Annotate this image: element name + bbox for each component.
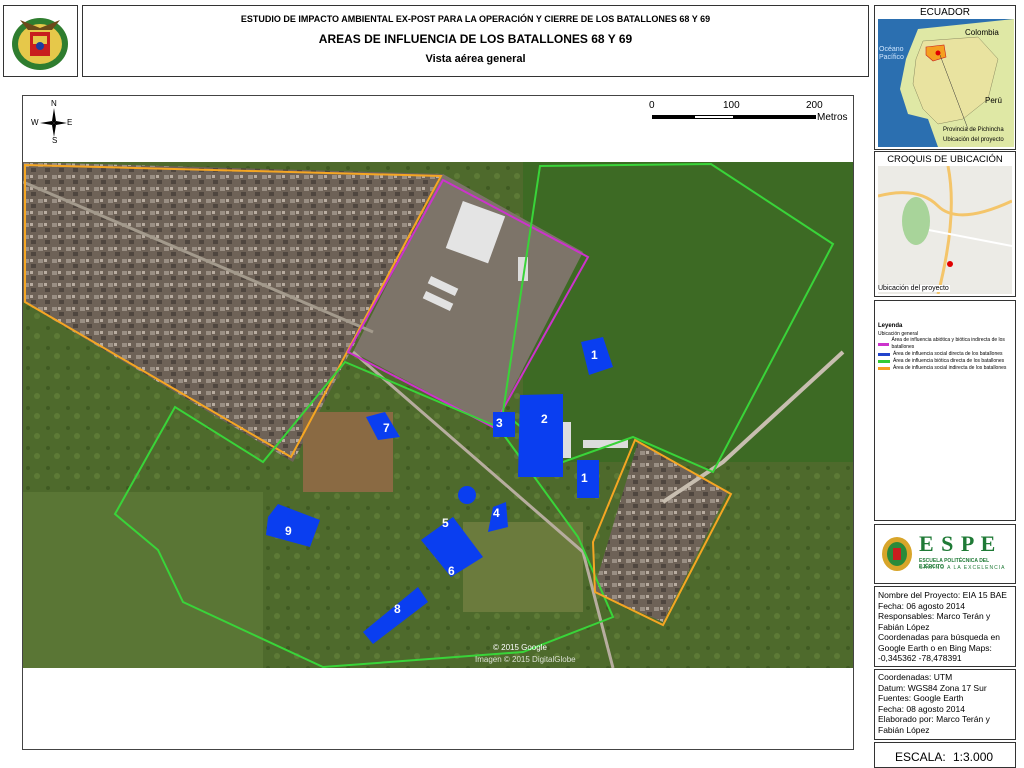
fields-east bbox=[523, 162, 853, 462]
croquis-location-marker bbox=[947, 261, 953, 267]
ecuador-inset: ECUADOR Colombia Océano Pacífico Perú Pr… bbox=[874, 5, 1016, 150]
project-info-line: -0,345362 -78,478391 bbox=[878, 653, 962, 663]
header-box: ESTUDIO DE IMPACTO AMBIENTAL EX-POST PAR… bbox=[82, 5, 869, 77]
province-label: Provincia de Pichincha bbox=[943, 127, 1004, 133]
coords-info-box: Coordenadas: UTM Datum: WGS84 Zona 17 Sur… bbox=[874, 669, 1016, 740]
croquis-title: CROQUIS DE UBICACIÓN bbox=[887, 154, 1003, 165]
scale-tick-100: 100 bbox=[723, 100, 740, 111]
coord-lines: Coordenadas: UTM Datum: WGS84 Zona 17 Sur… bbox=[878, 672, 1012, 735]
compass-rose-icon bbox=[40, 108, 67, 137]
coords-info-line: Elaborado por: Marco Terán y bbox=[878, 714, 990, 724]
legend-item: Área de influencia abiótica y biótica in… bbox=[878, 337, 1012, 351]
ecuador-title: ECUADOR bbox=[919, 7, 970, 18]
scale-tick-200: 200 bbox=[806, 100, 823, 111]
building-label-6: 6 bbox=[448, 564, 455, 578]
coords-info-line: Fuentes: Google Earth bbox=[878, 693, 964, 703]
water-tank bbox=[458, 486, 476, 504]
legend-swatch bbox=[878, 367, 890, 370]
scale-segment-3 bbox=[734, 115, 816, 119]
scale-unit: Metros bbox=[817, 112, 848, 123]
military-emblem-icon bbox=[12, 18, 68, 70]
header-line1: ESTUDIO DE IMPACTO AMBIENTAL EX-POST PAR… bbox=[240, 14, 711, 24]
coords-info-line: Fabián López bbox=[878, 724, 930, 735]
coords-info-line: Coordenadas: UTM bbox=[878, 672, 953, 682]
project-info-line: Coordenadas para búsqueda en bbox=[878, 632, 1000, 642]
espe-crest-icon bbox=[882, 537, 912, 571]
colombia-label: Colombia bbox=[965, 28, 999, 37]
ocean-label: Océano Pacífico bbox=[879, 46, 904, 61]
building-label-1a: 1 bbox=[591, 348, 598, 362]
legend-swatch bbox=[878, 353, 890, 356]
imagery-watermark: Imagen © 2015 DigitalGlobe bbox=[475, 655, 576, 664]
emblem-box bbox=[3, 5, 78, 77]
warehouse-4 bbox=[563, 422, 571, 458]
coords-info-line: Datum: WGS84 Zona 17 Sur bbox=[878, 682, 987, 693]
building-label-2: 2 bbox=[541, 412, 548, 426]
project-lines: Nombre del Proyecto: EIA 15 BAE Fecha: 06… bbox=[878, 590, 1012, 664]
building-label-8: 8 bbox=[394, 602, 401, 616]
legend-item: Área de influencia social directa de los… bbox=[878, 351, 1012, 358]
building-2: 2 bbox=[518, 394, 563, 477]
legend-label: Área de influencia biótica directa de lo… bbox=[893, 358, 1005, 364]
scale-box: ESCALA: 1:3.000 bbox=[874, 742, 1016, 768]
building-label-1b: 1 bbox=[581, 471, 588, 485]
legend-label: Área de influencia social indirecta de l… bbox=[893, 365, 1007, 371]
building-1-south: 1 bbox=[577, 460, 599, 498]
legend-item: Área de influencia social indirecta de l… bbox=[878, 365, 1012, 372]
croquis-map bbox=[878, 166, 1012, 294]
project-info-line: Nombre del Proyecto: EIA 15 BAE bbox=[878, 590, 1007, 600]
location-note: Ubicación del proyecto bbox=[943, 137, 1004, 143]
espe-name: E S P E bbox=[919, 531, 997, 556]
project-info-line: Fecha: 06 agosto 2014 bbox=[878, 600, 965, 611]
scale-segment-1 bbox=[652, 115, 694, 119]
project-info-line: Google Earth o en Bing Maps: bbox=[878, 642, 992, 653]
building-3: 3 bbox=[493, 412, 515, 437]
logo-box: E S P E ESCUELA POLITÉCNICA DEL EJÉRCITO… bbox=[874, 524, 1016, 584]
building-label-3: 3 bbox=[496, 416, 503, 430]
project-info-line: Responsables: Marco Terán y bbox=[878, 611, 991, 621]
aerial-map: 1 2 3 1 4 5 6 7 8 9 © 2015 Google Imagen… bbox=[23, 162, 853, 668]
project-info-box: Nombre del Proyecto: EIA 15 BAE Fecha: 06… bbox=[874, 586, 1016, 667]
legend-title: Leyenda bbox=[878, 323, 903, 329]
project-location-marker bbox=[935, 50, 941, 56]
legend-label: Área de influencia social directa de los… bbox=[893, 351, 1003, 357]
peru-label: Perú bbox=[985, 96, 1002, 105]
building-label-4: 4 bbox=[493, 506, 500, 520]
fields-south bbox=[23, 492, 263, 668]
coords-info-line: Fecha: 08 agosto 2014 bbox=[878, 703, 965, 714]
header-line2: AREAS DE INFLUENCIA DE LOS BATALLONES 68… bbox=[318, 32, 633, 46]
scale-label: ESCALA: bbox=[895, 750, 946, 764]
google-watermark: © 2015 Google bbox=[493, 643, 547, 652]
croquis-inset: CROQUIS DE UBICACIÓN Ubicación del proye… bbox=[874, 151, 1016, 297]
building-label-9: 9 bbox=[285, 524, 292, 538]
legend-label: Área de influencia abiótica y biótica in… bbox=[891, 337, 1005, 350]
building-label-5: 5 bbox=[442, 516, 449, 530]
legend-swatch bbox=[878, 360, 890, 363]
espe-subtitle-2: CAMINO A LA EXCELENCIA bbox=[919, 565, 1006, 571]
north-arrow: N S W E bbox=[31, 99, 77, 147]
scale-value: 1:3.000 bbox=[953, 750, 994, 764]
scale-bar: 0 100 200 Metros bbox=[649, 100, 859, 126]
legend-swatch bbox=[878, 342, 889, 346]
legend-items: Área de influencia abiótica y biótica in… bbox=[878, 337, 1012, 372]
scale-segment-2 bbox=[694, 115, 734, 119]
legend-item: Área de influencia biótica directa de lo… bbox=[878, 358, 1012, 365]
header-line3: Vista aérea general bbox=[425, 53, 526, 65]
project-info-line: Fabián López bbox=[878, 621, 930, 632]
scale-tick-0: 0 bbox=[649, 100, 655, 111]
legend-box: Leyenda Ubicación general Área de influe… bbox=[874, 300, 1016, 521]
croquis-caption: Ubicación del proyecto bbox=[877, 285, 950, 292]
building-label-7: 7 bbox=[383, 421, 390, 435]
